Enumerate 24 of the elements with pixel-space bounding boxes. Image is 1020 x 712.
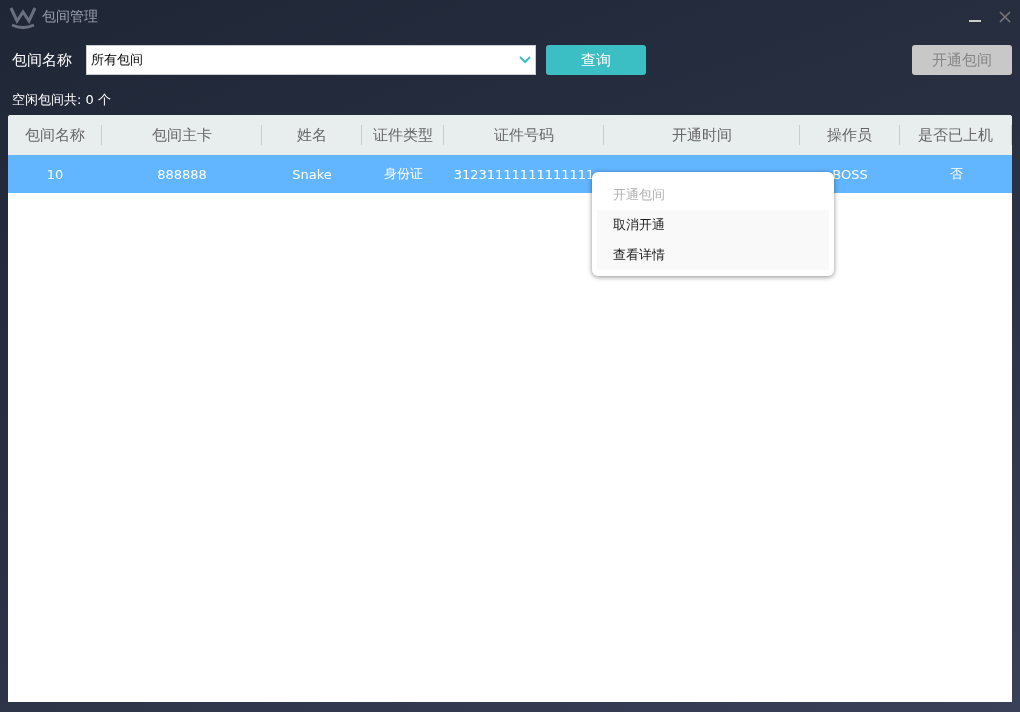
chevron-down-icon — [519, 56, 531, 64]
table-cell-text: 否 — [948, 165, 964, 183]
column-header[interactable]: 是否已上机 — [900, 125, 1012, 145]
table-cell-text: 10 — [45, 166, 65, 182]
column-header[interactable]: 姓名 — [262, 125, 362, 145]
logo-icon — [8, 5, 38, 29]
table-cell-text: 31231111111111111 — [452, 166, 596, 182]
table-cell-text: BOSS — [831, 166, 869, 182]
table-cell-text: 888888 — [156, 166, 208, 182]
column-header[interactable]: 证件类型 — [362, 125, 444, 145]
column-header[interactable]: 包间主卡 — [102, 125, 262, 145]
table-cell-text: 身份证 — [382, 165, 424, 183]
table-cell-text: Snake — [291, 166, 333, 182]
filter-label: 包间名称 — [12, 50, 72, 70]
close-icon[interactable] — [998, 10, 1012, 24]
column-header[interactable]: 包间名称 — [8, 125, 102, 145]
column-header[interactable]: 开通时间 — [604, 125, 800, 145]
room-dropdown[interactable]: 所有包间 — [86, 45, 536, 75]
menu-item[interactable]: 查看详情 — [597, 240, 829, 270]
summary-text: 空闲包间共: 0 个 — [12, 91, 112, 109]
window-title: 包间管理 — [42, 8, 98, 26]
menu-item[interactable]: 取消开通 — [597, 210, 829, 240]
column-header[interactable]: 操作员 — [800, 125, 900, 145]
column-header[interactable]: 证件号码 — [444, 125, 604, 145]
